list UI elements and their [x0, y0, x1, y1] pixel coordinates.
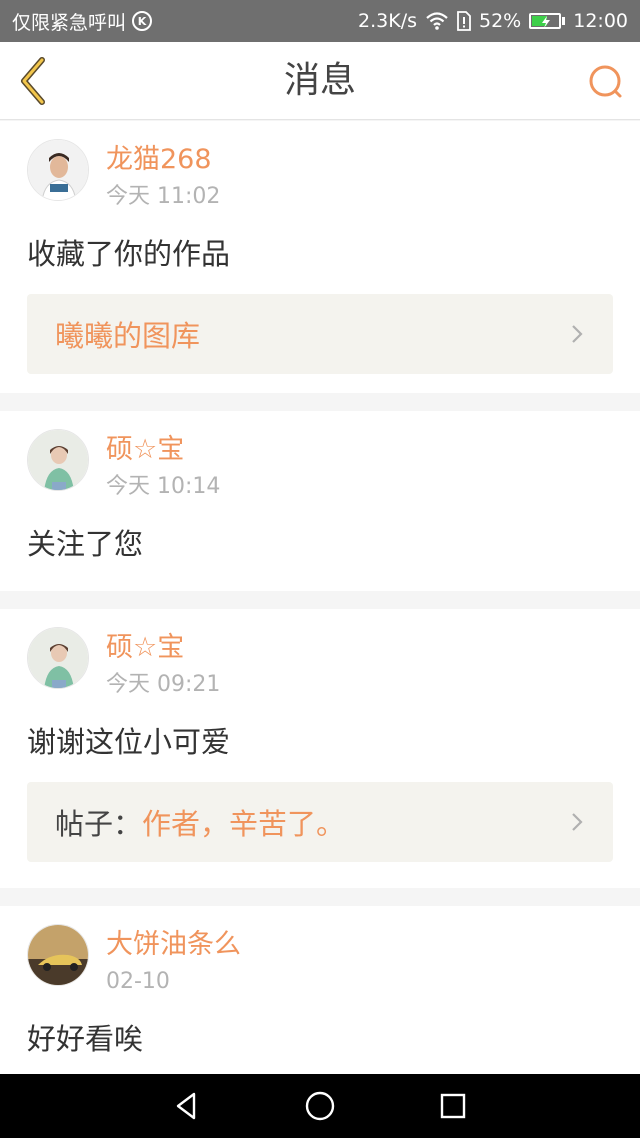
message-text: 收藏了你的作品: [27, 237, 231, 271]
page-title: 消息: [283, 60, 356, 101]
message-text: 谢谢这位小可爱: [27, 725, 231, 759]
carrier-text: 仅限紧急呼叫: [12, 11, 127, 34]
message-list[interactable]: 龙猫268 今天 11:02 收藏了你的作品 曦曦的图库 硕☆宝 今天 10:1…: [0, 121, 640, 1074]
status-right: 2.3K/s 52% 12:00: [358, 10, 628, 32]
timestamp: 今天 10:14: [106, 474, 221, 499]
sim-alert-icon: [457, 11, 471, 31]
quote-text: 作者，辛苦了。: [142, 807, 346, 841]
timestamp: 02-10: [106, 969, 170, 994]
quoted-post-link[interactable]: 帖子： 作者，辛苦了。: [27, 782, 613, 862]
message-text: 好好看唉: [27, 1022, 144, 1056]
nav-home-button[interactable]: [302, 1088, 338, 1124]
triangle-back-icon: [176, 1092, 195, 1120]
nav-back-button[interactable]: [169, 1088, 205, 1124]
message-card: 硕☆宝 今天 10:14 关注了您: [0, 411, 640, 591]
avatar-girl-icon: [28, 628, 88, 688]
wifi-icon: [426, 12, 448, 30]
avatar-girl-icon: [28, 430, 88, 490]
avatar[interactable]: [27, 627, 89, 689]
quoted-work-link[interactable]: 曦曦的图库: [27, 294, 613, 374]
battery-icon: [529, 13, 566, 29]
avatar-man-icon: [28, 140, 88, 200]
message-text: 关注了您: [27, 527, 144, 561]
username[interactable]: 大饼油条么: [106, 928, 241, 962]
status-left: 仅限紧急呼叫 K: [12, 8, 153, 35]
avatar[interactable]: [27, 924, 89, 986]
timestamp: 今天 11:02: [106, 184, 221, 209]
header: 消息: [0, 42, 640, 120]
search-icon: [589, 65, 622, 98]
chevron-right-icon: [572, 325, 583, 343]
network-speed: 2.3K/s: [358, 10, 417, 32]
quote-text: 曦曦的图库: [55, 319, 201, 353]
circle-home-icon: [305, 1091, 335, 1121]
square-recents-icon: [441, 1093, 466, 1119]
app-screen: 仅限紧急呼叫 K 2.3K/s 52% 12:00 消息 龙猫268 今天 11…: [0, 0, 640, 1138]
chevron-right-icon: [572, 813, 583, 831]
avatar-car-icon: [28, 925, 88, 985]
clock: 12:00: [573, 10, 628, 32]
username[interactable]: 龙猫268: [106, 143, 220, 177]
k-badge-icon: K: [132, 11, 153, 31]
username[interactable]: 硕☆宝: [106, 631, 220, 665]
username[interactable]: 硕☆宝: [106, 433, 220, 467]
avatar[interactable]: [27, 139, 89, 201]
nav-recents-button[interactable]: [435, 1088, 471, 1124]
avatar[interactable]: [27, 429, 89, 491]
battery-percent: 52%: [479, 10, 522, 32]
message-card: 龙猫268 今天 11:02 收藏了你的作品 曦曦的图库: [0, 121, 640, 393]
quote-prefix: 帖子：: [55, 807, 143, 841]
message-card: 硕☆宝 今天 09:21 谢谢这位小可爱 帖子： 作者，辛苦了。: [0, 609, 640, 888]
timestamp: 今天 09:21: [106, 672, 221, 697]
search-button[interactable]: [586, 62, 626, 102]
status-bar: 仅限紧急呼叫 K 2.3K/s 52% 12:00: [0, 0, 640, 42]
system-nav-bar: [0, 1074, 640, 1138]
charging-bolt-icon: [542, 16, 551, 28]
message-card: 大饼油条么 02-10 好好看唉: [0, 906, 640, 1074]
